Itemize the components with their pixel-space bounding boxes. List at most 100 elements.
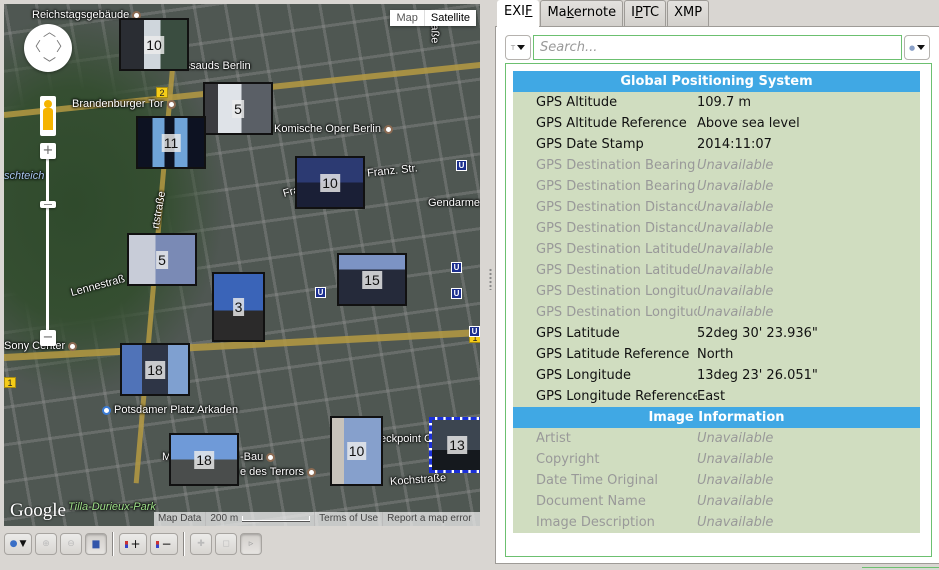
- photo-cluster-thumbnail[interactable]: 10: [330, 416, 383, 486]
- metadata-row[interactable]: GPS Altitude Reference Above sea level: [513, 113, 920, 134]
- metadata-row[interactable]: GPS Destination Latitude... Unavailable: [513, 260, 920, 281]
- metadata-value: Unavailable: [697, 452, 774, 467]
- google-logo: Google: [10, 500, 66, 521]
- metadata-row[interactable]: GPS Destination Distance Unavailable: [513, 197, 920, 218]
- map-type-map-button[interactable]: Map: [390, 10, 423, 26]
- thumbnail-plus-icon: +: [130, 537, 141, 551]
- metadata-key: GPS Altitude Reference: [536, 116, 687, 131]
- metadata-row[interactable]: GPS Longitude 13deg 23' 26.051": [513, 365, 920, 386]
- tab-exif[interactable]: EXIF: [497, 0, 540, 27]
- section-header[interactable]: Global Positioning System: [513, 71, 920, 92]
- metadata-value: Unavailable: [697, 494, 774, 509]
- pan-control[interactable]: ︿ ﹀ 〈 〉: [24, 24, 72, 72]
- metadata-tree[interactable]: Global Positioning System GPS Altitude 109…: [505, 63, 932, 557]
- map-label-bau: -Bau: [240, 451, 276, 463]
- pan-down-icon[interactable]: ﹀: [43, 58, 56, 71]
- section-header[interactable]: Image Information: [513, 407, 920, 428]
- metadata-row[interactable]: Image Description Unavailable: [513, 512, 920, 533]
- street-view-pegman-icon[interactable]: [40, 96, 56, 136]
- metadata-value: Unavailable: [697, 515, 774, 530]
- map-type-satellite-button[interactable]: Satellite: [423, 10, 476, 26]
- photo-cluster-thumbnail[interactable]: 10: [119, 18, 189, 71]
- pan-right-icon[interactable]: 〉: [56, 41, 69, 54]
- ubahn-icon: U: [451, 262, 462, 273]
- photo-cluster-thumbnail[interactable]: 15: [337, 253, 407, 306]
- region-icon: ◻: [222, 539, 230, 549]
- metadata-key: GPS Destination Latitude...: [536, 263, 697, 278]
- map-view[interactable]: Reichstagsgebäude me Tussauds Berlin Bra…: [4, 4, 480, 526]
- zoom-slider-handle[interactable]: [40, 201, 56, 208]
- metadata-value: Unavailable: [697, 473, 774, 488]
- metadata-key: GPS Latitude: [536, 326, 620, 341]
- metadata-row[interactable]: Document Name Unavailable: [513, 491, 920, 512]
- increase-thumbnail-button[interactable]: +: [119, 533, 147, 555]
- map-label-topographie-des-terrors: e des Terrors: [240, 466, 316, 478]
- zoom-in-icon: ⊕: [42, 539, 50, 549]
- photo-cluster-thumbnail[interactable]: 5: [127, 233, 197, 286]
- metadata-row[interactable]: GPS Longitude Reference East: [513, 386, 920, 407]
- tab-iptc[interactable]: IPTC: [624, 0, 667, 26]
- report-map-error-link[interactable]: Report a map error: [383, 512, 475, 526]
- globe-icon: ●: [9, 539, 18, 549]
- photo-cluster-thumbnail[interactable]: 3: [212, 272, 265, 342]
- map-style-dropdown[interactable]: ● ▼: [4, 533, 32, 555]
- select-region-button[interactable]: ◻: [215, 533, 237, 555]
- plus-icon: ✚: [197, 539, 205, 549]
- zoom-in-icon[interactable]: +: [40, 143, 56, 159]
- zoom-slider-track[interactable]: [46, 154, 49, 339]
- pan-up-icon[interactable]: ︿: [43, 26, 56, 39]
- thumbnail-minus-icon: −: [161, 537, 172, 551]
- map-footer: Map Data 200 m Terms of Use Report a map…: [154, 512, 480, 526]
- type-filter-combo[interactable]: T: [505, 35, 531, 60]
- show-thumbnails-toggle[interactable]: ▆: [85, 533, 107, 555]
- map-label-komische-oper: Komische Oper Berlin: [274, 123, 393, 135]
- add-marker-button[interactable]: ✚: [190, 533, 212, 555]
- map-data-link[interactable]: Map Data: [154, 512, 207, 526]
- toolbar-separator: [183, 532, 185, 556]
- metadata-row[interactable]: GPS Destination Distance... Unavailable: [513, 218, 920, 239]
- photo-cluster-thumbnail[interactable]: 18: [120, 343, 190, 396]
- zoom-out-icon[interactable]: −: [40, 330, 56, 346]
- metadata-row[interactable]: GPS Date Stamp 2014:11:07: [513, 134, 920, 155]
- zoom-out-button[interactable]: ⊖: [60, 533, 82, 555]
- tab-xmp[interactable]: XMP: [667, 0, 710, 26]
- metadata-value: Unavailable: [697, 305, 774, 320]
- metadata-row[interactable]: GPS Destination Latitude Unavailable: [513, 239, 920, 260]
- metadata-row[interactable]: GPS Latitude 52deg 30' 23.936": [513, 323, 920, 344]
- metadata-row[interactable]: GPS Destination Bearing Unavailable: [513, 155, 920, 176]
- zoom-in-button[interactable]: ⊕: [35, 533, 57, 555]
- decrease-thumbnail-button[interactable]: −: [150, 533, 178, 555]
- tab-makernote[interactable]: Makernote: [540, 0, 624, 26]
- ubahn-icon: U: [315, 287, 326, 298]
- terms-of-use-link[interactable]: Terms of Use: [315, 512, 384, 526]
- metadata-key: Artist: [536, 431, 571, 446]
- photo-count: 3: [232, 298, 245, 316]
- ubahn-icon: U: [451, 288, 462, 299]
- metadata-row[interactable]: GPS Latitude Reference North: [513, 344, 920, 365]
- metadata-row[interactable]: GPS Destination Longitude Unavailable: [513, 281, 920, 302]
- chevron-down-icon: ▼: [19, 539, 27, 549]
- search-input[interactable]: [533, 35, 902, 60]
- metadata-key: Date Time Original: [536, 473, 659, 488]
- metadata-row[interactable]: Artist Unavailable: [513, 428, 920, 449]
- photo-count: 13: [447, 436, 467, 454]
- map-label-lennestrasse: Lennestraß: [69, 273, 127, 299]
- photo-cluster-thumbnail[interactable]: 18: [169, 433, 239, 486]
- metadata-row[interactable]: Copyright Unavailable: [513, 449, 920, 470]
- metadata-row[interactable]: GPS Altitude 109.7 m: [513, 92, 920, 113]
- photo-cluster-thumbnail-selected[interactable]: 13: [429, 417, 480, 473]
- pan-left-icon[interactable]: 〈: [28, 41, 41, 54]
- photo-cluster-thumbnail[interactable]: 5: [203, 82, 273, 135]
- photo-cluster-thumbnail[interactable]: 11: [136, 116, 206, 169]
- pointer-mode-toggle[interactable]: ▹: [240, 533, 262, 555]
- photo-cluster-thumbnail[interactable]: 10: [295, 156, 365, 209]
- metadata-row[interactable]: GPS Destination Longitud... Unavailable: [513, 302, 920, 323]
- metadata-value: Unavailable: [697, 431, 774, 446]
- metadata-key: Document Name: [536, 494, 646, 509]
- metadata-row[interactable]: GPS Destination Bearing ... Unavailable: [513, 176, 920, 197]
- metadata-value: 109.7 m: [697, 95, 752, 110]
- search-mode-combo[interactable]: ●: [904, 35, 930, 60]
- road-badge: 2: [156, 87, 168, 98]
- metadata-row[interactable]: Date Time Original Unavailable: [513, 470, 920, 491]
- splitter-handle[interactable]: [489, 268, 492, 290]
